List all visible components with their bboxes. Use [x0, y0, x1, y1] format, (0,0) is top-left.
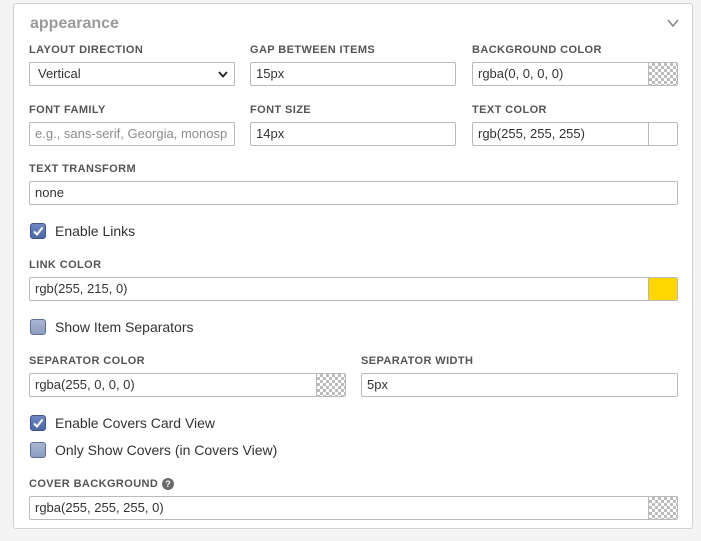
gap-between-items-input[interactable]: 15px — [250, 62, 456, 86]
link-color-input[interactable]: rgb(255, 215, 0) — [29, 277, 678, 301]
separator-width-input[interactable]: 5px — [361, 373, 678, 397]
cover-background-swatch[interactable] — [648, 497, 677, 519]
checkmark-icon — [33, 226, 44, 237]
layout-direction-select[interactable]: Vertical — [29, 62, 235, 86]
link-color-value: rgb(255, 215, 0) — [35, 281, 128, 296]
separator-color-swatch[interactable] — [316, 374, 345, 396]
text-color-label: TEXT COLOR — [472, 104, 547, 116]
separator-width-label: SEPARATOR WIDTH — [361, 355, 474, 367]
link-color-label: LINK COLOR — [29, 259, 102, 271]
panel-title: appearance — [30, 15, 119, 32]
layout-direction-value: Vertical — [38, 66, 81, 81]
chevron-down-icon[interactable] — [666, 16, 680, 30]
cover-background-label: COVER BACKGROUND? — [29, 478, 175, 490]
text-color-swatch[interactable] — [648, 123, 677, 145]
separator-color-input[interactable]: rgba(255, 0, 0, 0) — [29, 373, 346, 397]
help-icon[interactable]: ? — [162, 478, 175, 490]
layout-direction-label: LAYOUT DIRECTION — [29, 44, 144, 56]
font-size-label: FONT SIZE — [250, 104, 312, 116]
link-color-swatch[interactable] — [648, 278, 677, 300]
chevron-down-icon — [218, 71, 228, 78]
separator-color-label: SEPARATOR COLOR — [29, 355, 146, 367]
separator-color-value: rgba(255, 0, 0, 0) — [35, 377, 135, 392]
cover-background-value: rgba(255, 255, 255, 0) — [35, 500, 164, 515]
gap-between-items-label: GAP BETWEEN ITEMS — [250, 44, 376, 56]
background-color-swatch[interactable] — [648, 63, 677, 85]
cover-background-input[interactable]: rgba(255, 255, 255, 0) — [29, 496, 678, 520]
background-color-value: rgba(0, 0, 0, 0) — [478, 66, 564, 81]
font-family-label: FONT FAMILY — [29, 104, 106, 116]
only-show-covers-checkbox[interactable] — [30, 442, 46, 458]
show-item-separators-checkbox[interactable] — [30, 319, 46, 335]
enable-covers-card-view-label[interactable]: Enable Covers Card View — [55, 415, 215, 431]
text-transform-input[interactable]: none — [29, 181, 678, 205]
font-family-input[interactable]: e.g., sans-serif, Georgia, monosp — [29, 122, 235, 146]
text-color-input[interactable]: rgb(255, 255, 255) — [472, 122, 678, 146]
appearance-panel: appearance LAYOUT DIRECTION Vertical GAP… — [13, 3, 693, 529]
background-color-label: BACKGROUND COLOR — [472, 44, 602, 56]
show-item-separators-label[interactable]: Show Item Separators — [55, 319, 194, 335]
enable-links-label[interactable]: Enable Links — [55, 223, 135, 239]
background-color-input[interactable]: rgba(0, 0, 0, 0) — [472, 62, 678, 86]
cover-background-label-text: COVER BACKGROUND — [29, 478, 159, 490]
text-color-value: rgb(255, 255, 255) — [478, 126, 585, 141]
enable-covers-card-view-checkbox[interactable] — [30, 415, 46, 431]
text-transform-label: TEXT TRANSFORM — [29, 163, 137, 175]
only-show-covers-label[interactable]: Only Show Covers (in Covers View) — [55, 442, 277, 458]
enable-links-checkbox[interactable] — [30, 223, 46, 239]
font-size-input[interactable]: 14px — [250, 122, 456, 146]
checkmark-icon — [33, 418, 44, 429]
